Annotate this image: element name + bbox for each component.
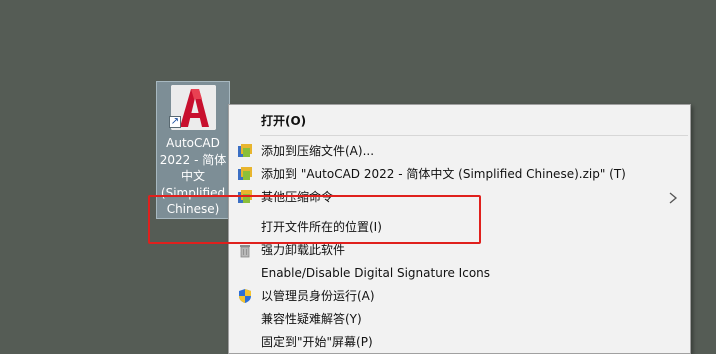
menu-item-digital-signature-icons[interactable]: Enable/Disable Digital Signature Icons xyxy=(229,262,690,284)
menu-item-open[interactable]: 打开(O) xyxy=(229,110,690,132)
shortcut-arrow-icon: ↗ xyxy=(169,116,181,128)
menu-item-label: 添加到 "AutoCAD 2022 - 简体中文 (Simplified Chi… xyxy=(261,167,626,181)
menu-item-run-as-admin[interactable]: 以管理员身份运行(A) xyxy=(229,285,690,307)
menu-item-label: Enable/Disable Digital Signature Icons xyxy=(261,266,491,280)
menu-item-add-to-archive[interactable]: 添加到压缩文件(A)... xyxy=(229,140,690,162)
archive-icon xyxy=(237,143,253,159)
menu-item-label: 兼容性疑难解答(Y) xyxy=(261,312,362,326)
archive-icon xyxy=(237,166,253,182)
menu-item-label: 打开(O) xyxy=(261,114,307,128)
shield-icon xyxy=(237,288,253,304)
highlight-box xyxy=(148,195,481,244)
menu-item-label: 添加到压缩文件(A)... xyxy=(261,144,375,158)
menu-item-label: 以管理员身份运行(A) xyxy=(261,289,375,303)
menu-item-compatibility-troubleshoot[interactable]: 兼容性疑难解答(Y) xyxy=(229,308,690,330)
chevron-right-icon xyxy=(666,190,680,204)
menu-item-pin-to-start[interactable]: 固定到"开始"屏幕(P) xyxy=(229,331,690,353)
menu-item-label: 固定到"开始"屏幕(P) xyxy=(261,335,373,349)
menu-item-add-to-zip[interactable]: 添加到 "AutoCAD 2022 - 简体中文 (Simplified Chi… xyxy=(229,163,690,185)
menu-separator xyxy=(260,135,688,136)
trash-icon xyxy=(237,242,253,258)
